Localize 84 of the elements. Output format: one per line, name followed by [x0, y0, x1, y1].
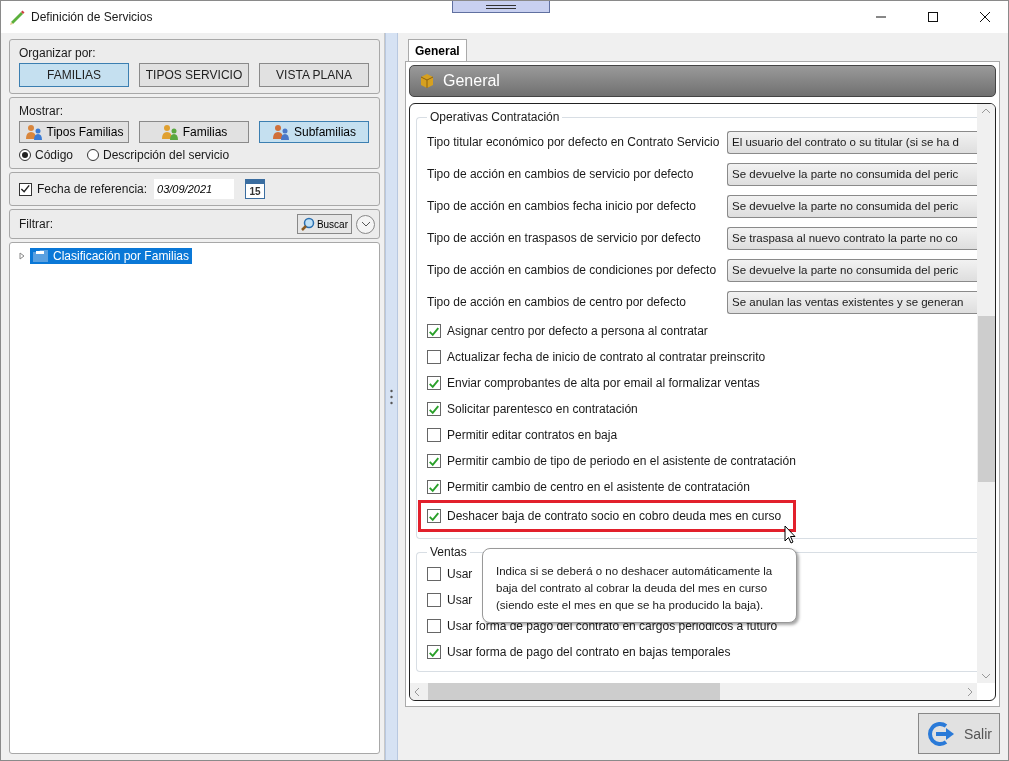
cursor-icon: [784, 525, 796, 544]
header-title: General: [443, 72, 500, 90]
window-title: Definición de Servicios: [31, 10, 154, 24]
checkbox-label: Actualizar fecha de inicio de contrato al contratar preinscrito: [447, 350, 766, 364]
checkbox-label: Deshacer baja de contrato socio en cobro deuda mes en curso: [447, 509, 782, 523]
date-field[interactable]: 03/09/2021: [154, 179, 235, 199]
checkbox[interactable]: [427, 350, 441, 364]
setting-label: Tipo de acción en cambios de servicio por defecto: [427, 167, 695, 181]
checkbox[interactable]: [427, 324, 441, 338]
checkbox-label: Solicitar parentesco en contratación: [447, 402, 638, 416]
setting-label: Tipo de acción en cambios fecha inicio por defecto: [427, 199, 698, 213]
view-toggle-button[interactable]: TIPOS SERVICIO: [139, 63, 249, 87]
view-toggle-button[interactable]: VISTA PLANA: [259, 63, 369, 87]
show-toggle-button[interactable]: Subfamilias: [259, 121, 369, 143]
grip-icon: [486, 2, 516, 12]
package-icon: [419, 73, 435, 89]
checkbox-label: Permitir cambio de centro en el asistente de contratación: [447, 480, 750, 494]
checkbox[interactable]: [19, 182, 32, 196]
checkbox[interactable]: [427, 480, 441, 494]
scroll-down-icon: [981, 673, 991, 679]
checkbox-label: Permitir cambio de tipo de periodo en el asistente de contratación: [447, 454, 796, 468]
checkbox[interactable]: [427, 428, 441, 442]
dropdown[interactable]: Se devuelve la parte no consumida del peric: [727, 194, 977, 218]
vertical-scrollbar[interactable]: [977, 104, 995, 683]
checkbox-label: Permitir editar contratos en baja: [447, 428, 618, 442]
people-icon: [160, 124, 179, 140]
people-icon: [272, 124, 290, 140]
group-label: Organizar por:: [19, 46, 97, 60]
checkbox-label: Usar: [447, 593, 473, 607]
group-label: Mostrar:: [19, 104, 64, 118]
field-label: Filtrar:: [19, 217, 53, 231]
checkbox-label: Usar forma de pago del contrato en bajas temporales: [447, 645, 731, 659]
maximize-icon: [928, 12, 938, 22]
radio-option[interactable]: Descripción del servicio: [87, 148, 230, 162]
radio-option[interactable]: Código: [19, 148, 74, 162]
checkbox[interactable]: [427, 376, 441, 390]
search-button[interactable]: Buscar: [296, 214, 352, 234]
exit-icon: [926, 720, 956, 747]
chevron-down-icon: [360, 221, 371, 227]
calendar-button[interactable]: 15: [245, 179, 266, 199]
expand-button[interactable]: [356, 214, 375, 234]
scroll-right-icon: [967, 686, 973, 697]
tooltip: Indica si se deberá o no deshacer automáticamente la baja del contrato al cobrar la deuda del mes en curso (siendo este el mes en que se ha producido la baja).: [482, 548, 797, 623]
checkbox[interactable]: [427, 619, 441, 633]
search-icon: [300, 217, 315, 231]
folder-icon: [33, 250, 49, 262]
dropdown[interactable]: El usuario del contrato o su titular (si se ha d: [727, 130, 977, 154]
dropdown[interactable]: Se devuelve la parte no consumida del peric: [727, 258, 977, 282]
setting-label: Tipo de acción en cambios de centro por defecto: [427, 295, 688, 309]
checkbox-label: Asignar centro por defecto a persona al contratar: [447, 324, 708, 338]
checkbox[interactable]: [427, 509, 441, 523]
checkbox[interactable]: [427, 593, 441, 607]
tree-item[interactable]: Clasificación por Familias: [30, 248, 193, 264]
field-label: Fecha de referencia:: [37, 182, 148, 196]
dropdown[interactable]: Se traspasa al nuevo contrato la parte no co: [727, 226, 977, 250]
dropdown[interactable]: Se anulan las ventas existentes y se generan: [727, 290, 977, 314]
dropdown[interactable]: Se devuelve la parte no consumida del peric: [727, 162, 977, 186]
checkbox[interactable]: [427, 567, 441, 581]
people-icon: [24, 124, 43, 140]
show-toggle-button[interactable]: Familias: [139, 121, 249, 143]
setting-label: Tipo titular económico por defecto en Contrato Servicio: [427, 135, 721, 149]
setting-label: Tipo de acción en traspasos de servicio por defecto: [427, 231, 702, 245]
group-title: Operativas Contratación: [429, 110, 561, 124]
view-toggle-button[interactable]: FAMILIAS: [19, 63, 129, 87]
checkbox[interactable]: [427, 454, 441, 468]
drag-handle[interactable]: [452, 1, 550, 13]
scroll-left-icon: [414, 686, 420, 697]
checkbox-label: Usar: [447, 567, 473, 581]
checkbox-label: Enviar comprobantes de alta por email al formalizar ventas: [447, 376, 760, 390]
checkbox[interactable]: [427, 402, 441, 416]
expand-arrow-icon[interactable]: [18, 252, 26, 260]
checkbox[interactable]: [427, 645, 441, 659]
scrollbar-thumb[interactable]: [428, 683, 720, 700]
scroll-up-icon: [981, 108, 991, 114]
pencil-icon: [9, 9, 25, 25]
grip-dots-icon: [390, 388, 393, 405]
horizontal-scrollbar[interactable]: [410, 683, 977, 700]
setting-label: Tipo de acción en cambios de condiciones por defecto: [427, 263, 718, 277]
scrollbar-thumb[interactable]: [977, 316, 995, 482]
tab[interactable]: General: [408, 39, 467, 61]
close-icon: [980, 12, 990, 22]
exit-button[interactable]: Salir: [918, 713, 1000, 754]
show-toggle-button[interactable]: Tipos Familias: [19, 121, 129, 143]
group-title: Ventas: [429, 545, 468, 559]
